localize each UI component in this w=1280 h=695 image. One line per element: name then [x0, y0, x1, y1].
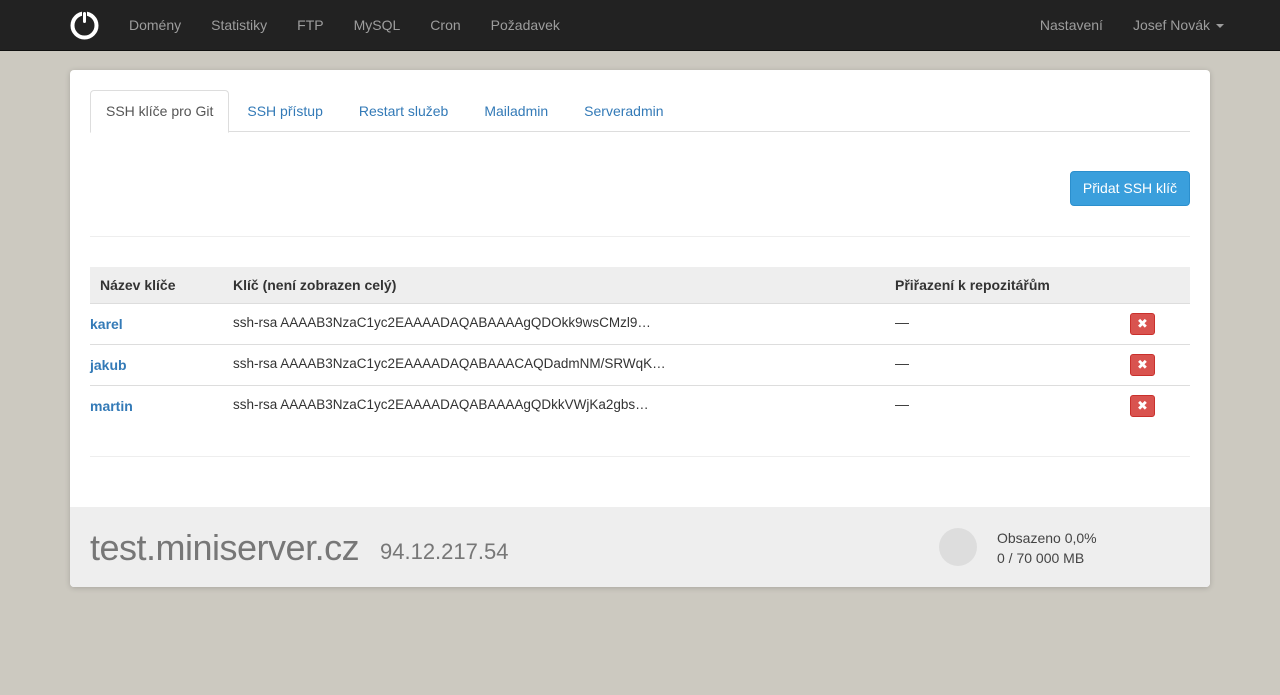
table-header-row: Název klíče Klíč (není zobrazen celý) Př…: [90, 267, 1190, 304]
disk-capacity-label: 0 / 70 000 MB: [997, 550, 1085, 566]
column-header-actions: [1120, 267, 1190, 304]
ssh-keys-table: Název klíče Klíč (není zobrazen celý) Př…: [90, 267, 1190, 426]
disk-usage-text: Obsazeno 0,0% 0 / 70 000 MB: [997, 528, 1097, 568]
server-ip: 94.12.217.54: [380, 539, 509, 564]
user-menu[interactable]: Josef Novák: [1118, 0, 1239, 50]
key-text: ssh-rsa AAAAB3NzaC1yc2EAAAADAQABAAACAQDa…: [233, 355, 666, 371]
tab-ssh-access[interactable]: SSH přístup: [231, 90, 338, 132]
tab-bar: SSH klíče pro Git SSH přístup Restart sl…: [90, 90, 1190, 133]
nav-item-mysql[interactable]: MySQL: [339, 0, 416, 50]
add-ssh-key-button[interactable]: Přidat SSH klíč: [1070, 171, 1190, 206]
nav-item-pozadavek[interactable]: Požadavek: [476, 0, 575, 50]
repos-value: —: [895, 313, 909, 330]
nav-item-cron[interactable]: Cron: [415, 0, 475, 50]
nav-item-statistiky[interactable]: Statistiky: [196, 0, 282, 50]
key-text: ssh-rsa AAAAB3NzaC1yc2EAAAADAQABAAAAgQDk…: [233, 396, 649, 412]
top-navbar: Domény Statistiky FTP MySQL Cron Požadav…: [0, 0, 1280, 51]
key-name-link[interactable]: karel: [90, 316, 123, 332]
server-hostname: test.miniserver.cz: [90, 527, 360, 568]
close-icon: ✖: [1137, 397, 1148, 413]
power-logo-icon[interactable]: [70, 11, 99, 40]
nav-item-domeny[interactable]: Domény: [114, 0, 196, 50]
delete-button[interactable]: ✖: [1130, 312, 1155, 335]
tab-serveradmin[interactable]: Serveradmin: [568, 90, 679, 132]
user-nav: Nastavení Josef Novák: [1025, 0, 1239, 50]
close-icon: ✖: [1137, 315, 1148, 331]
close-icon: ✖: [1137, 356, 1148, 372]
divider: [90, 236, 1190, 237]
column-header-repos: Přiřazení k repozitářům: [885, 267, 1120, 304]
tab-mailadmin[interactable]: Mailadmin: [468, 90, 564, 132]
tab-service-restart[interactable]: Restart služeb: [343, 90, 464, 132]
key-name-link[interactable]: jakub: [90, 357, 127, 373]
table-row: karel ssh-rsa AAAAB3NzaC1yc2EAAAADAQABAA…: [90, 303, 1190, 344]
delete-button[interactable]: ✖: [1130, 353, 1155, 376]
caret-down-icon: [1216, 24, 1224, 29]
repos-value: —: [895, 395, 909, 412]
delete-button[interactable]: ✖: [1130, 394, 1155, 417]
tab-ssh-git-keys[interactable]: SSH klíče pro Git: [90, 90, 230, 133]
nav-item-ftp[interactable]: FTP: [282, 0, 338, 50]
key-text: ssh-rsa AAAAB3NzaC1yc2EAAAADAQABAAAAgQDO…: [233, 314, 651, 330]
table-row: martin ssh-rsa AAAAB3NzaC1yc2EAAAADAQABA…: [90, 384, 1190, 426]
main-nav: Domény Statistiky FTP MySQL Cron Požadav…: [114, 0, 575, 50]
user-name: Josef Novák: [1132, 17, 1210, 33]
main-panel: SSH klíče pro Git SSH přístup Restart sl…: [70, 70, 1210, 587]
repos-value: —: [895, 354, 909, 371]
table-row: jakub ssh-rsa AAAAB3NzaC1yc2EAAAADAQABAA…: [90, 343, 1190, 385]
divider: [90, 456, 1190, 457]
server-info-footer: test.miniserver.cz 94.12.217.54 Obsazeno…: [70, 507, 1210, 587]
key-name-link[interactable]: martin: [90, 398, 133, 414]
nav-item-settings[interactable]: Nastavení: [1025, 0, 1118, 50]
column-header-name: Název klíče: [90, 267, 223, 304]
column-header-key: Klíč (není zobrazen celý): [223, 267, 885, 304]
disk-usage-pie: [939, 528, 977, 566]
disk-used-label: Obsazeno 0,0%: [997, 530, 1097, 546]
